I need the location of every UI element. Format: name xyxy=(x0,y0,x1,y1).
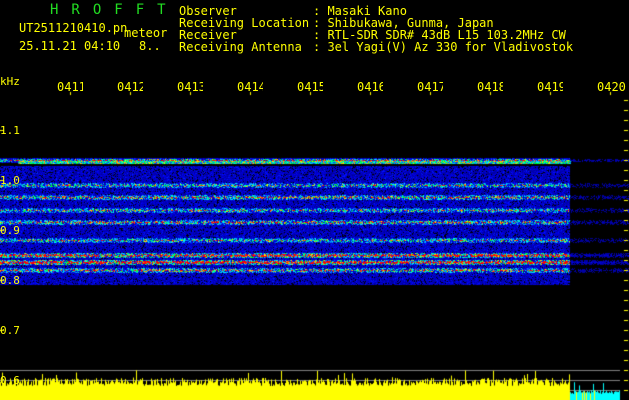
time-tick-label: 0411 xyxy=(57,80,83,94)
field-value: : 3el Yagi(V) Az 330 for Vladivostok xyxy=(313,40,574,54)
freq-tick-label: 0.6 xyxy=(0,374,20,387)
time-tick-label: 0415 xyxy=(297,80,323,94)
time-tick-label: 0420 xyxy=(597,80,626,94)
field-label: Receiving Antenna xyxy=(179,40,302,54)
datetime: 25.11.21 04:10 xyxy=(19,39,121,53)
time-tick-label: 0417 xyxy=(417,80,443,94)
time-tick-label: 0413 xyxy=(177,80,203,94)
filename: UT2511210410.pn xyxy=(19,21,128,35)
freq-tick-label: 0.9 xyxy=(0,224,20,237)
freq-tick-label: 1.0 xyxy=(0,174,20,187)
freq-tick-label: 1.1 xyxy=(0,124,20,137)
freq-tick-label: 0.8 xyxy=(0,274,20,287)
mode-label: meteor xyxy=(124,26,168,40)
spectrogram xyxy=(0,0,629,400)
time-tick-label: 0418 xyxy=(477,80,503,94)
time-tick-label: 0412 xyxy=(117,80,143,94)
time-tick-label: 0416 xyxy=(357,80,383,94)
app-title: HROFFT xyxy=(50,2,179,18)
freq-tick-label: 0.7 xyxy=(0,324,20,337)
extra-info: 8.. xyxy=(139,39,161,53)
unit-label: kHz xyxy=(0,75,20,88)
time-tick-label: 0414 xyxy=(237,80,263,94)
time-tick-label: 0419 xyxy=(537,80,563,94)
